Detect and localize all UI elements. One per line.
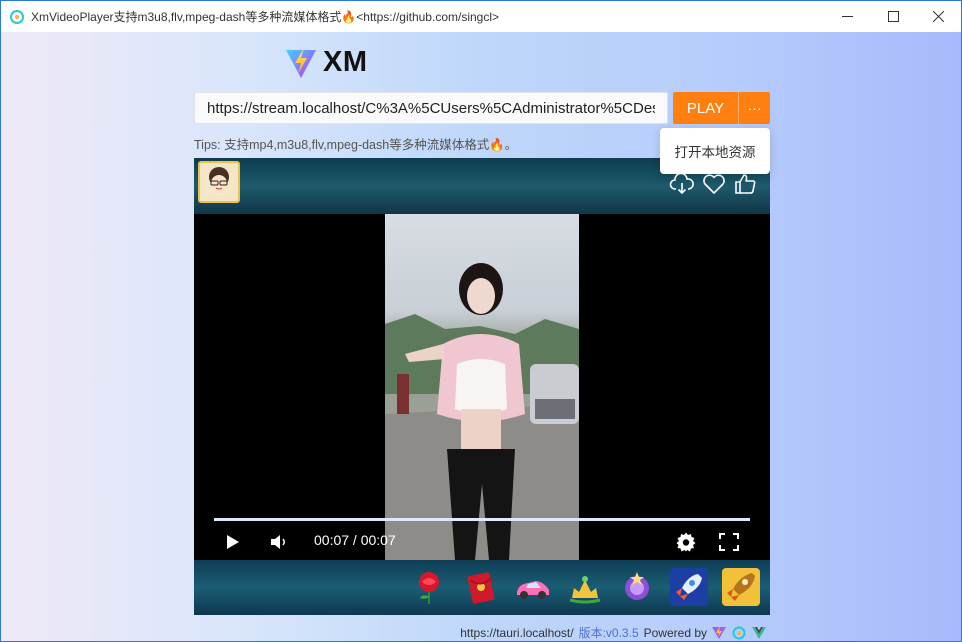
cloud-download-icon[interactable] xyxy=(669,172,695,196)
crown-gift-icon[interactable] xyxy=(566,568,604,606)
minimize-icon xyxy=(841,16,853,17)
play-pause-button[interactable] xyxy=(226,530,240,554)
open-local-resource-menu-item[interactable]: 打开本地资源 xyxy=(660,128,770,174)
tauri-icon xyxy=(732,626,746,639)
app-window: XmVideoPlayer支持m3u8,flv,mpeg-dash等多种流媒体格… xyxy=(0,0,962,642)
settings-button[interactable] xyxy=(676,530,696,554)
maximize-icon xyxy=(887,11,899,22)
video-content-image xyxy=(385,263,579,560)
app-logo: XM xyxy=(285,46,368,79)
red-envelope-gift-icon[interactable] xyxy=(462,568,500,606)
footer: https://tauri.localhost/ 版本:v0.3.5 Power… xyxy=(460,624,766,641)
video-player[interactable]: 00:07 / 00:07 xyxy=(194,158,770,615)
more-options-button[interactable]: ··· xyxy=(738,92,770,124)
rocket-gift-icon[interactable] xyxy=(670,568,708,606)
volume-icon xyxy=(271,535,285,549)
fullscreen-button[interactable] xyxy=(719,530,739,554)
fullscreen-icon xyxy=(719,533,739,551)
video-frame xyxy=(385,214,579,560)
magic-gift-icon[interactable] xyxy=(618,568,656,606)
minimize-button[interactable] xyxy=(824,1,870,32)
avatar-image xyxy=(204,167,234,197)
heart-icon[interactable] xyxy=(701,172,727,196)
vite-icon xyxy=(712,625,726,639)
sports-car-gift-icon[interactable] xyxy=(514,568,552,606)
version-link[interactable]: 版本:v0.3.5 xyxy=(579,624,639,641)
thumbs-up-icon[interactable] xyxy=(733,172,759,196)
app-icon xyxy=(10,9,24,24)
maximize-button[interactable] xyxy=(870,1,916,32)
tips-text: Tips: 支持mp4,m3u8,flv,mpeg-dash等多种流媒体格式🔥。 xyxy=(194,138,518,152)
vite-logo-icon xyxy=(286,47,316,78)
gear-icon xyxy=(676,532,696,552)
rose-gift-icon[interactable] xyxy=(410,568,448,606)
progress-bar[interactable] xyxy=(214,518,750,521)
window-title: XmVideoPlayer支持m3u8,flv,mpeg-dash等多种流媒体格… xyxy=(31,10,500,24)
play-icon xyxy=(227,535,239,549)
close-icon xyxy=(932,11,944,22)
title-bar[interactable]: XmVideoPlayer支持m3u8,flv,mpeg-dash等多种流媒体格… xyxy=(1,1,961,32)
time-display: 00:07 / 00:07 xyxy=(314,532,396,548)
gift-bar xyxy=(194,560,770,615)
volume-button[interactable] xyxy=(270,530,288,554)
progress-fill xyxy=(214,518,750,521)
footer-url[interactable]: https://tauri.localhost/ xyxy=(460,626,573,640)
url-input[interactable] xyxy=(194,92,668,124)
golden-rocket-gift-icon[interactable] xyxy=(722,568,760,606)
vue-icon xyxy=(752,626,766,639)
logo-text: XM xyxy=(323,46,368,78)
close-button[interactable] xyxy=(915,1,961,32)
play-button[interactable]: PLAY xyxy=(673,92,738,124)
app-content: XM PLAY ··· Tips: 支持mp4,m3u8,flv,mpeg-da… xyxy=(1,32,961,641)
powered-by-text: Powered by xyxy=(643,625,707,640)
avatar[interactable] xyxy=(198,161,240,203)
